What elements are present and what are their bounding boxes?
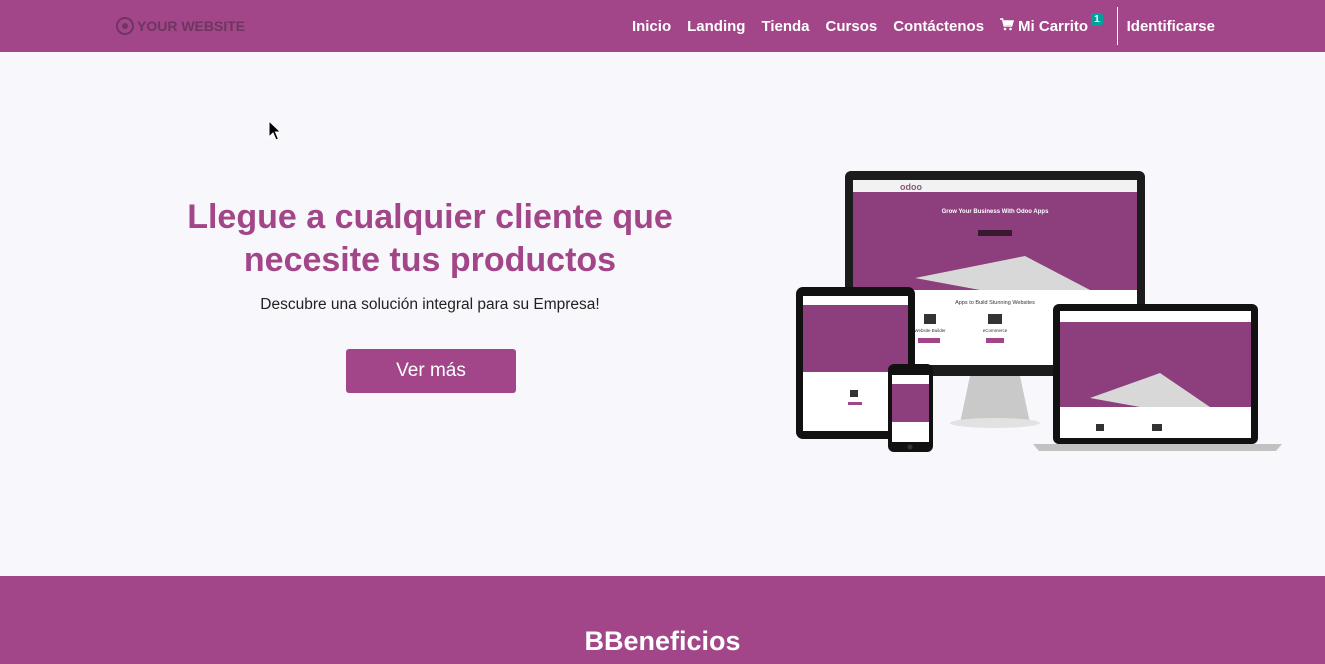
mockup-brand: odoo [900, 182, 922, 192]
responsive-devices-illustration: odoo Grow Your Business With Odoo Apps A… [796, 171, 1282, 452]
site-logo[interactable]: YOUR WEBSITE [116, 14, 245, 38]
nav-item-contactenos[interactable]: Contáctenos [893, 18, 984, 35]
nav-item-cart[interactable]: Mi Carrito 1 [1000, 12, 1103, 35]
nav-item-inicio[interactable]: Inicio [632, 18, 671, 35]
nav-item-cursos[interactable]: Cursos [826, 18, 878, 35]
nav-divider [1116, 7, 1118, 45]
signin-link[interactable]: Identificarse [1127, 18, 1215, 35]
cart-count-badge: 1 [1091, 12, 1103, 26]
ver-mas-button[interactable]: Ver más [346, 349, 516, 393]
mockup-app-1: Website Builder [914, 328, 946, 333]
top-navbar: YOUR WEBSITE Inicio Landing Tienda Curso… [0, 0, 1325, 52]
hero-title: Llegue a cualquier cliente que necesite … [187, 198, 673, 279]
shopping-cart-icon [1000, 18, 1015, 34]
logo-icon [116, 17, 134, 35]
main-menu: Inicio Landing Tienda Cursos Contáctenos… [616, 0, 1215, 52]
mouse-pointer-icon [268, 120, 282, 141]
laptop-image [1033, 304, 1282, 451]
benefits-title: BBeneficios [584, 626, 741, 656]
nav-item-tienda[interactable]: Tienda [761, 18, 809, 35]
cart-label: Mi Carrito [1018, 17, 1089, 35]
mockup-headline: Grow Your Business With Odoo Apps [942, 209, 1050, 215]
nav-item-landing[interactable]: Landing [687, 18, 745, 35]
mockup-section-title: Apps to Build Stunning Websites [955, 300, 1035, 306]
mockup-app-2: eCommerce [983, 328, 1008, 333]
logo-text: YOUR WEBSITE [137, 18, 246, 34]
phone-image [888, 364, 933, 452]
hero-subtitle: Descubre una solución integral para su E… [260, 296, 600, 313]
